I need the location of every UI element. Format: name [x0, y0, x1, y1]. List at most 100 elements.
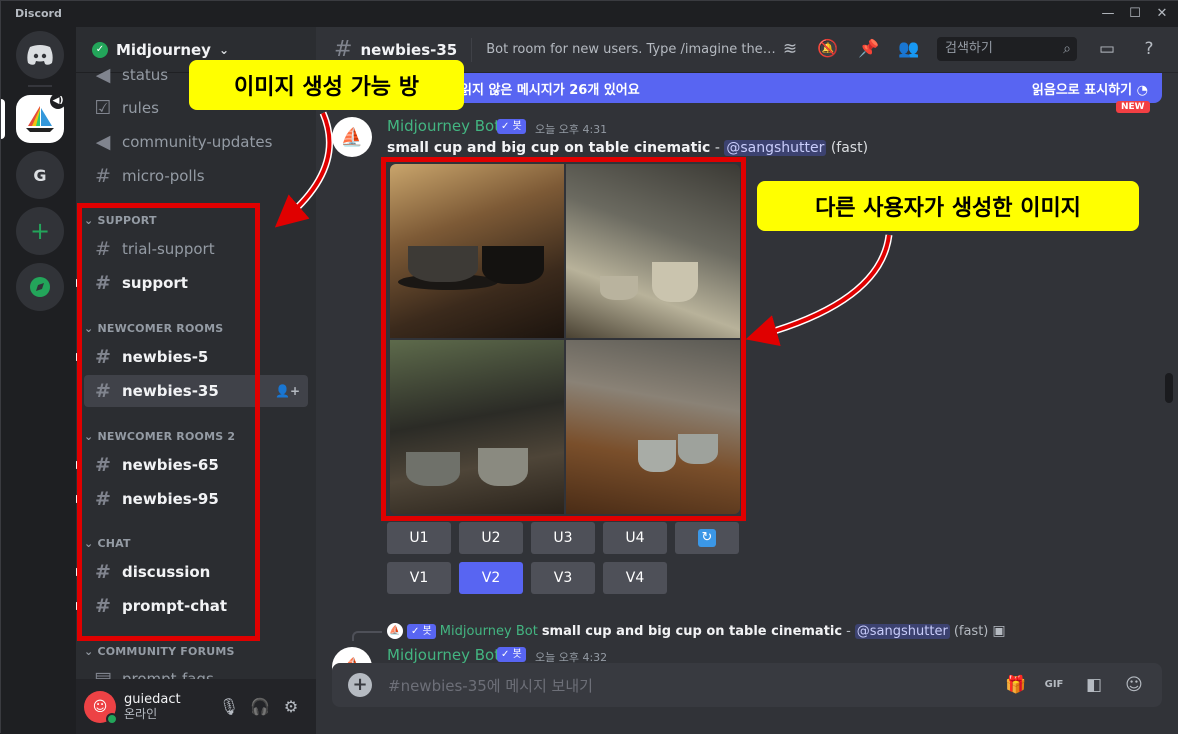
bot-avatar[interactable]: ⛵	[332, 117, 372, 157]
explore-button[interactable]	[16, 263, 64, 311]
server-rail: ◀) G +	[1, 27, 76, 734]
home-button[interactable]	[16, 31, 64, 79]
reply-author: Midjourney Bot	[439, 623, 538, 639]
unread-banner-text: 읽지 않은 메시지가 26개 있어요	[460, 82, 640, 98]
mute-bell-icon[interactable]: 🔕	[816, 37, 840, 61]
u3-button[interactable]: U3	[531, 522, 595, 554]
bot-tag: ✓ 봇	[497, 119, 526, 134]
help-icon[interactable]: ?	[1137, 37, 1161, 61]
chat-scrollbar[interactable]	[1165, 373, 1173, 403]
mark-as-read-button[interactable]: 읽음으로 표시하기 ◔	[1032, 79, 1148, 98]
discord-logo-icon	[27, 45, 53, 65]
user-info[interactable]: guiedact 온라인	[124, 692, 181, 722]
microphone-icon[interactable]: 🎙	[218, 697, 240, 719]
search-input[interactable]: 검색하기 ⌕	[937, 37, 1077, 61]
midjourney-sailboat-icon	[26, 106, 54, 132]
header-divider	[471, 37, 473, 62]
callout-rooms-text: 이미지 생성 가능 방	[234, 75, 419, 100]
variation-button-row: V1 V2 V3 V4	[387, 562, 667, 594]
prompt-text: small cup and big cup on table cinematic	[387, 140, 711, 156]
server-g[interactable]: G	[16, 151, 64, 199]
new-tag: NEW	[1116, 101, 1150, 113]
channel-topic[interactable]: Bot room for new users. Type /imagine th…	[486, 42, 778, 57]
callout-images-text: 다른 사용자가 생성한 이미지	[815, 196, 1081, 221]
compass-icon	[30, 277, 50, 297]
upscale-button-row: U1 U2 U3 U4 ↻	[387, 522, 739, 554]
reply-mode: (fast)	[953, 623, 989, 639]
mini-bot-avatar: ⛵	[387, 623, 403, 639]
gif-icon[interactable]: GIF	[1042, 673, 1066, 697]
u1-button[interactable]: U1	[387, 522, 451, 554]
reroll-button[interactable]: ↻	[675, 522, 739, 554]
user-status: 온라인	[124, 706, 158, 721]
channels-highlight-box	[77, 203, 260, 641]
emoji-icon[interactable]: ☺	[1122, 673, 1146, 697]
gift-icon[interactable]: 🎁	[1004, 673, 1028, 697]
message-composer[interactable]: + #newbies-35에 메시지 보내기 🎁 GIF ◧ ☺	[332, 663, 1162, 707]
message-timestamp: 오늘 오후 4:31	[535, 123, 608, 136]
search-icon: ⌕	[1063, 41, 1071, 57]
verified-check-icon: ✓	[92, 41, 108, 58]
plus-icon: +	[29, 217, 51, 245]
callout-rooms: 이미지 생성 가능 방	[189, 60, 464, 110]
server-midjourney[interactable]: ◀)	[16, 93, 66, 143]
username: guiedact	[124, 691, 181, 707]
u4-button[interactable]: U4	[603, 522, 667, 554]
minimize-icon[interactable]: —	[1098, 4, 1118, 24]
channel-title: newbies-35	[360, 40, 458, 59]
v2-button[interactable]: V2	[459, 562, 523, 594]
app-title: Discord	[15, 7, 62, 20]
user-avatar[interactable]: ☺	[84, 690, 118, 725]
category-label: COMMUNITY FORUMS	[97, 645, 235, 658]
speaker-icon: ◀)	[50, 93, 66, 109]
channel-label: rules	[122, 99, 159, 117]
member-list-icon[interactable]: 👥	[897, 37, 921, 61]
separator: -	[846, 623, 851, 639]
add-server-button[interactable]: +	[16, 207, 64, 255]
channel-label: micro-polls	[122, 167, 205, 185]
user-mention[interactable]: @sangshutter	[724, 140, 827, 156]
image-attachment-icon: ▣	[992, 623, 1006, 639]
hash-thread-icon: #	[334, 37, 353, 62]
channel-micro-polls[interactable]: # micro-polls	[84, 160, 308, 192]
title-bar: Discord — ☐ ✕	[1, 1, 1178, 27]
headphones-icon[interactable]: 🎧	[249, 697, 271, 719]
channel-label: status	[122, 66, 169, 84]
search-placeholder: 검색하기	[945, 41, 993, 56]
add-member-icon[interactable]: 👤+	[275, 384, 300, 398]
composer-placeholder: #newbies-35에 메시지 보내기	[388, 676, 593, 695]
sticker-icon[interactable]: ◧	[1082, 673, 1106, 697]
channel-community-updates[interactable]: ◀ community-updates	[84, 126, 308, 158]
pin-icon[interactable]: 📌	[857, 37, 881, 61]
maximize-icon[interactable]: ☐	[1125, 4, 1145, 24]
close-icon[interactable]: ✕	[1152, 4, 1172, 24]
reply-preview[interactable]: ⛵ ✓ 봇 Midjourney Bot small cup and big c…	[387, 623, 1006, 639]
reply-prompt: small cup and big cup on table cinematic	[541, 623, 843, 639]
megaphone-icon: ◀	[95, 131, 111, 153]
category-community-forums[interactable]: ⌄ COMMUNITY FORUMS	[84, 645, 235, 658]
message-author[interactable]: Midjourney Bot	[387, 117, 500, 135]
v4-button[interactable]: V4	[603, 562, 667, 594]
message-author[interactable]: Midjourney Bot	[387, 646, 500, 664]
reply-mention[interactable]: @sangshutter	[854, 623, 950, 639]
discord-window: Discord — ☐ ✕ ◀) G + ✓ Midjourney ⌄ ◀ sta…	[0, 0, 1178, 734]
refresh-icon: ↻	[698, 529, 716, 547]
settings-gear-icon[interactable]: ⚙	[280, 697, 302, 719]
v3-button[interactable]: V3	[531, 562, 595, 594]
u2-button[interactable]: U2	[459, 522, 523, 554]
rules-checkbox-icon: ☑	[94, 97, 112, 119]
online-status-icon	[106, 712, 118, 725]
images-highlight-box	[381, 157, 746, 521]
hash-icon: #	[95, 165, 111, 187]
mark-as-read-label: 읽음으로 표시하기	[1031, 82, 1133, 98]
rail-separator	[28, 85, 52, 87]
attach-plus-icon[interactable]: +	[348, 673, 372, 697]
v1-button[interactable]: V1	[387, 562, 451, 594]
inbox-icon[interactable]: ▭	[1095, 37, 1119, 61]
separator: -	[710, 140, 725, 156]
channel-label: community-updates	[122, 133, 273, 151]
reply-connector	[352, 631, 382, 641]
mark-read-icon: ◔	[1136, 82, 1148, 98]
active-server-pill	[1, 99, 5, 139]
threads-icon[interactable]: ≋	[778, 37, 802, 61]
